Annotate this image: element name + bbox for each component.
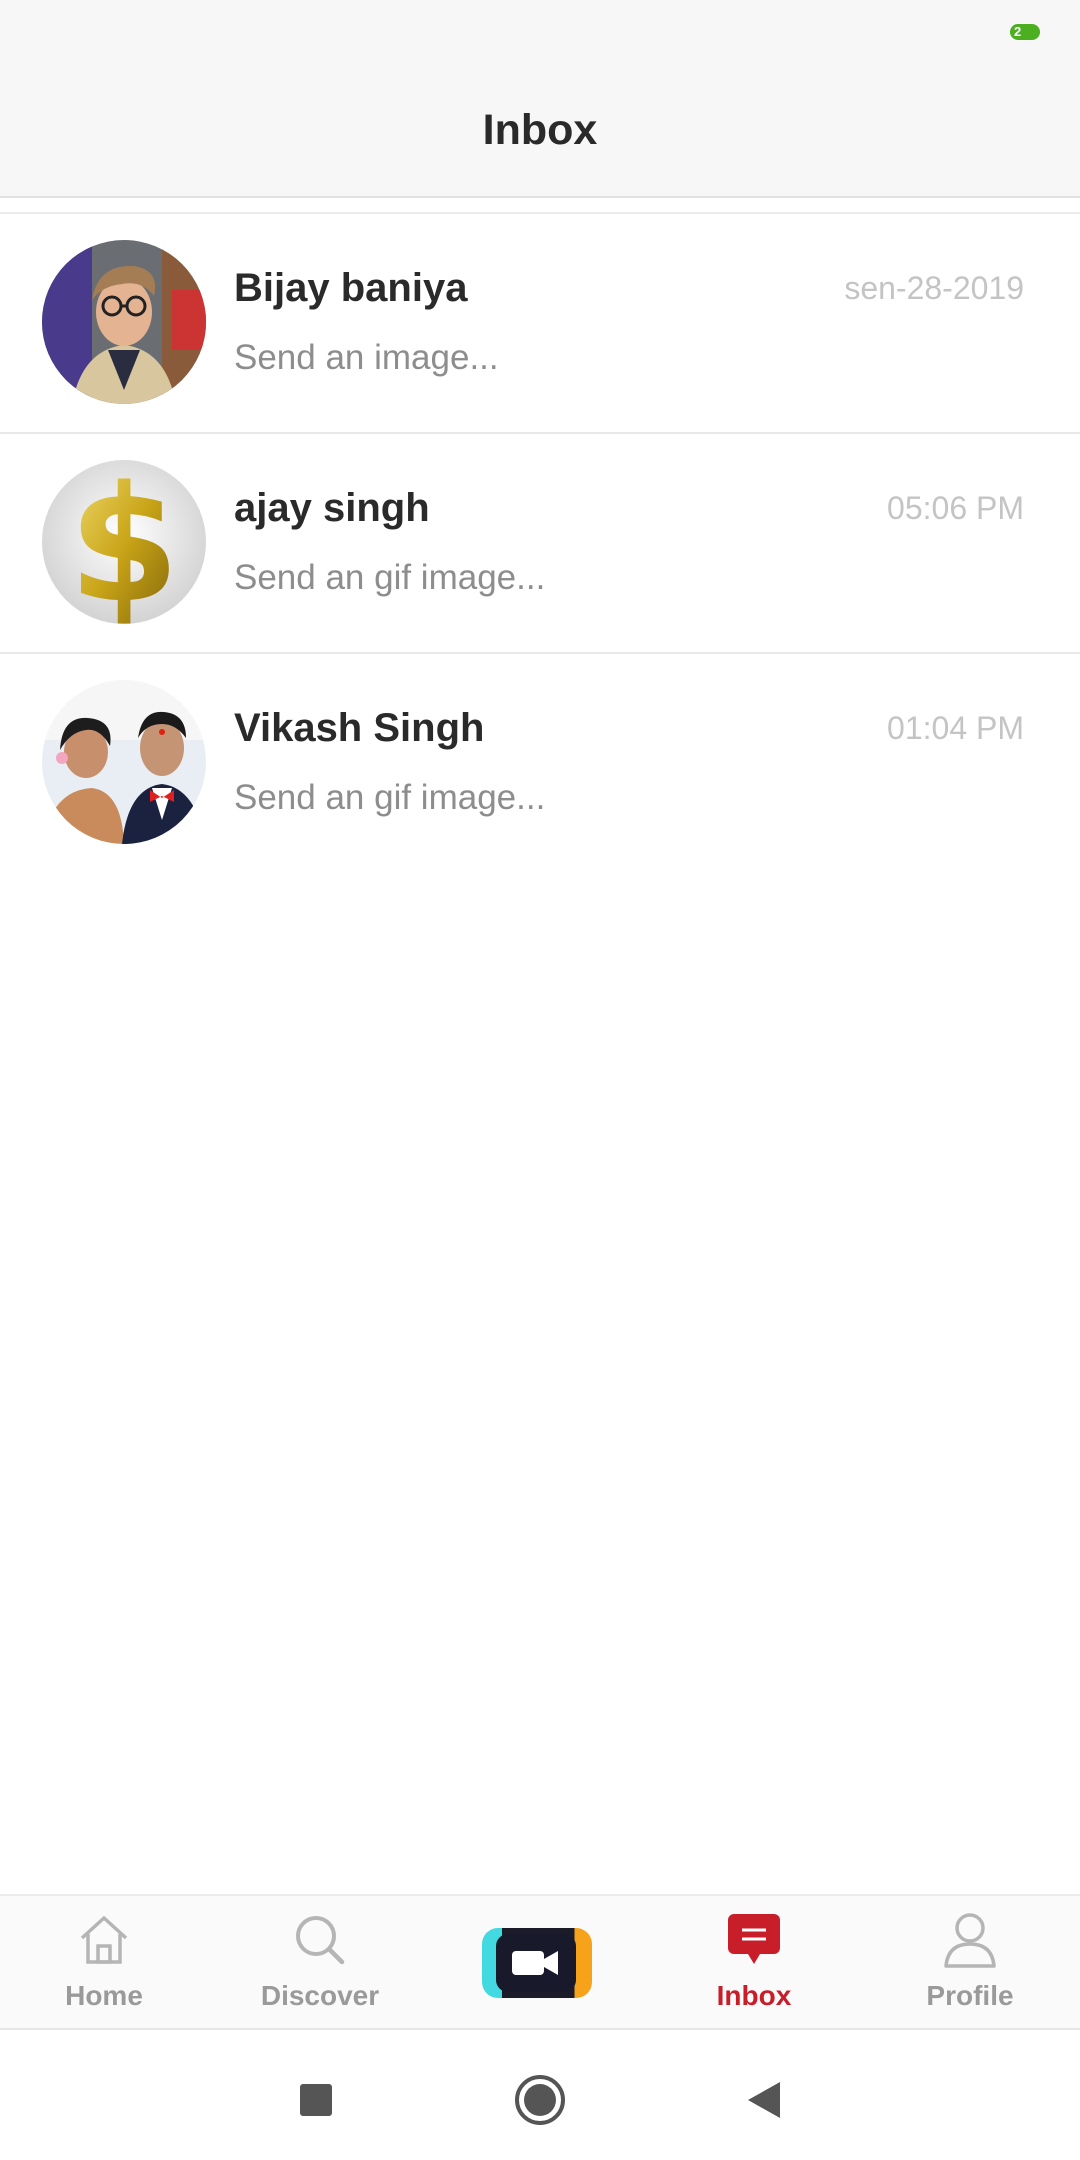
nav-label: Inbox [716, 1980, 792, 2011]
avatar[interactable] [42, 240, 206, 404]
page-title: Inbox [482, 106, 598, 154]
chat-row[interactable]: Vikash Singh Send an gif image... 01:04 … [0, 654, 1080, 874]
chat-row[interactable]: $ ajay singh Send an gif image... 05:06 … [0, 434, 1080, 654]
header: Inbox [0, 70, 1080, 198]
nav-home[interactable]: Home [14, 1896, 194, 2032]
home-icon [80, 1916, 128, 1964]
nav-label: Discover [260, 1980, 380, 2011]
message-time: sen-28-2019 [844, 270, 1024, 306]
system-nav-bar [0, 2030, 1080, 2160]
svg-text:$: $ [68, 460, 179, 624]
message-time: 01:04 PM [887, 710, 1024, 746]
record-video-button[interactable] [482, 1928, 592, 1998]
recents-square-icon[interactable] [286, 2070, 346, 2130]
search-icon [296, 1916, 345, 1965]
contact-name: Vikash Singh [234, 706, 485, 750]
avatar[interactable]: $ [42, 460, 206, 624]
message-preview: Send an gif image... [234, 778, 546, 817]
nav-discover[interactable]: Discover [230, 1896, 410, 2032]
message-preview: Send an image... [234, 338, 499, 377]
message-icon [728, 1914, 780, 1964]
status-bar: 2 [0, 0, 1080, 70]
nav-profile[interactable]: Profile [880, 1896, 1060, 2032]
nav-label: Profile [926, 1980, 1014, 2011]
bottom-nav: Home Discover Inbox Profile [0, 1894, 1080, 2030]
battery-icon: 2 [1010, 24, 1040, 40]
video-camera-icon [512, 1951, 558, 1975]
avatar[interactable] [42, 680, 206, 844]
chat-list: Bijay baniya Send an image... sen-28-201… [0, 214, 1080, 874]
back-triangle-icon[interactable] [734, 2070, 794, 2130]
nav-inbox[interactable]: Inbox [664, 1896, 844, 2032]
nav-label: Home [65, 1980, 143, 2011]
message-preview: Send an gif image... [234, 558, 546, 597]
contact-name: Bijay baniya [234, 266, 468, 310]
chat-row[interactable]: Bijay baniya Send an image... sen-28-201… [0, 214, 1080, 434]
message-time: 05:06 PM [887, 490, 1024, 526]
contact-name: ajay singh [234, 486, 430, 530]
record-button-face [496, 1934, 576, 1992]
home-circle-icon[interactable] [510, 2070, 570, 2130]
person-icon [944, 1913, 996, 1968]
